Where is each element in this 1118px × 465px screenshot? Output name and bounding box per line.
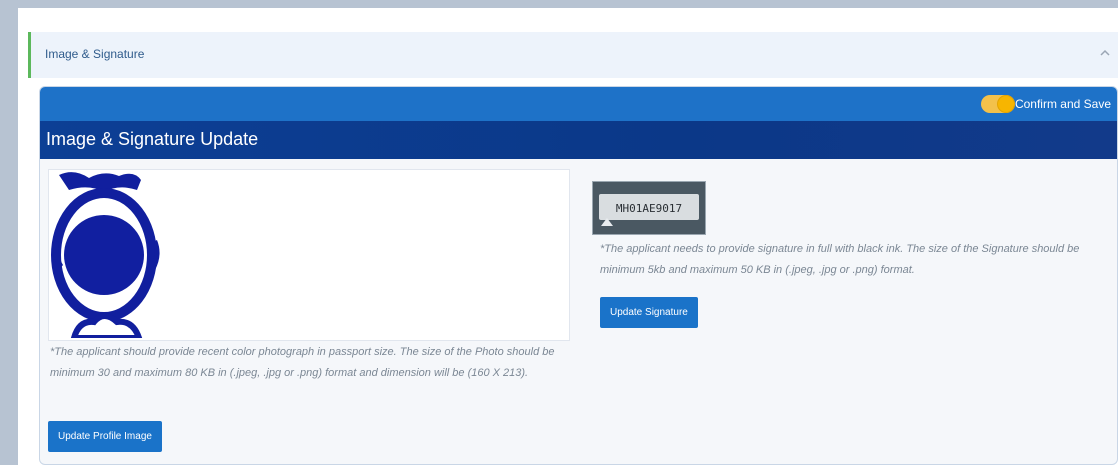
signature-image-text: MH01AE9017 xyxy=(616,202,682,215)
profile-photo xyxy=(49,170,167,341)
update-profile-image-button[interactable]: Update Profile Image xyxy=(48,421,162,452)
profile-photo-image xyxy=(49,170,167,341)
toggle-knob[interactable] xyxy=(998,96,1014,112)
accordion-header-image-signature[interactable]: Image & Signature xyxy=(28,32,1118,78)
image-signature-card: Confirm and Save Image & Signature Updat… xyxy=(39,86,1118,465)
signature-panel: MH01AE9017 *The applicant needs to provi… xyxy=(584,169,1111,459)
card-titlebar: Image & Signature Update xyxy=(40,121,1117,159)
page: Image & Signature Confirm and Save Image… xyxy=(18,8,1118,465)
signature-image: MH01AE9017 xyxy=(592,181,706,235)
profile-photo-panel xyxy=(48,169,570,341)
confirm-save-label: Confirm and Save xyxy=(1014,97,1111,111)
confirm-save-toggle[interactable] xyxy=(981,95,1015,113)
card-title: Image & Signature Update xyxy=(46,129,259,149)
photo-help-text: *The applicant should provide recent col… xyxy=(50,346,555,379)
accordion-title: Image & Signature xyxy=(45,47,145,61)
card-toolbar: Confirm and Save xyxy=(40,87,1117,121)
signature-help-text: *The applicant needs to provide signatur… xyxy=(600,243,1080,276)
chevron-up-icon[interactable] xyxy=(1098,46,1112,60)
update-signature-button[interactable]: Update Signature xyxy=(600,297,698,328)
